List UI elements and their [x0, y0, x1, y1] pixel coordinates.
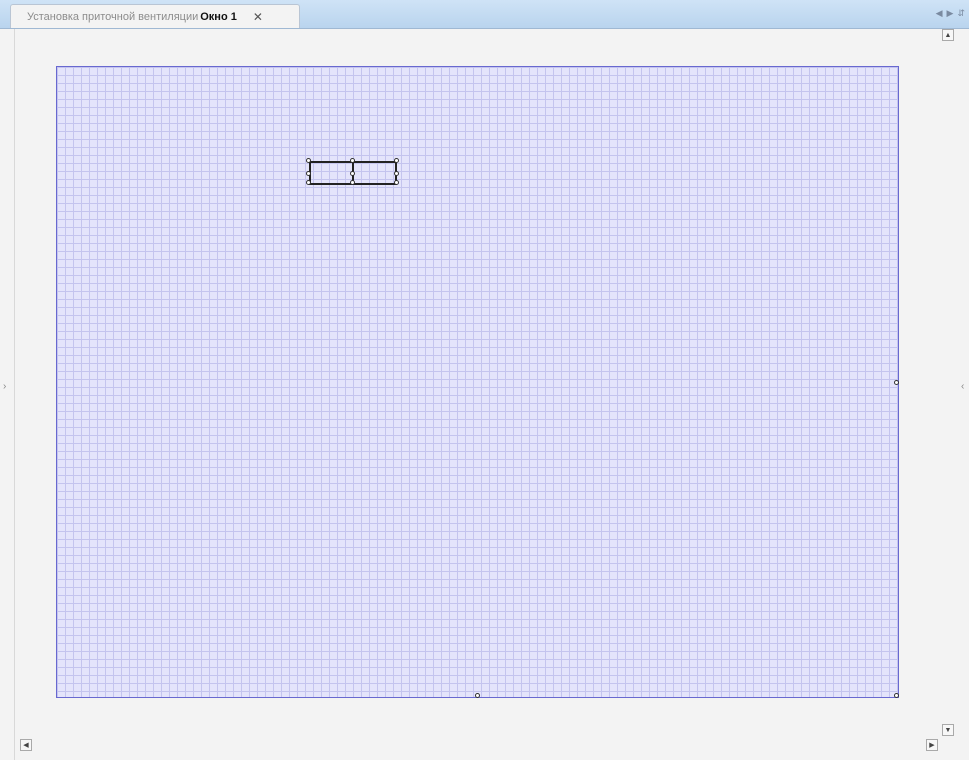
left-panel-gutter: ›: [0, 29, 15, 760]
resize-handle[interactable]: [394, 158, 399, 163]
expand-right-panel-icon[interactable]: ‹: [961, 381, 964, 392]
resize-handle[interactable]: [350, 171, 355, 176]
tab-strip: Установка приточной вентиляции Окно 1 ✕ …: [0, 0, 969, 29]
resize-handle[interactable]: [394, 180, 399, 185]
tab-document[interactable]: Установка приточной вентиляции Окно 1 ✕: [10, 4, 300, 28]
canvas-resize-handle-bottom[interactable]: [475, 693, 480, 698]
right-panel-gutter: ‹: [961, 29, 969, 760]
scroll-right-button[interactable]: ▶: [926, 739, 938, 751]
horizontal-scrollbar[interactable]: ◀ ▶: [14, 737, 940, 753]
canvas-resize-handle-corner[interactable]: [894, 693, 899, 698]
tab-navigation: ◀ ▶ ⇵: [936, 8, 965, 19]
close-icon[interactable]: ✕: [253, 10, 263, 24]
tab-title-label: Окно 1: [200, 10, 237, 23]
resize-handle[interactable]: [350, 180, 355, 185]
form-canvas[interactable]: [56, 66, 899, 698]
resize-handle[interactable]: [394, 171, 399, 176]
designer-area: › ‹ ▲ ▼ ◀ ▶: [0, 29, 969, 760]
resize-handle[interactable]: [306, 180, 311, 185]
scroll-tabs-left-icon[interactable]: ◀: [936, 8, 943, 19]
tab-menu-icon[interactable]: ⇵: [957, 8, 965, 19]
resize-handle[interactable]: [306, 158, 311, 163]
vertical-scrollbar[interactable]: ▲ ▼: [940, 29, 956, 739]
tab-prefix-label: Установка приточной вентиляции: [27, 10, 199, 23]
scroll-left-button[interactable]: ◀: [20, 739, 32, 751]
resize-handle[interactable]: [306, 171, 311, 176]
canvas-resize-handle-right[interactable]: [894, 380, 899, 385]
scroll-tabs-right-icon[interactable]: ▶: [947, 8, 954, 19]
scroll-up-button[interactable]: ▲: [942, 29, 954, 41]
resize-handle[interactable]: [350, 158, 355, 163]
expand-left-panel-icon[interactable]: ›: [3, 381, 6, 392]
scroll-down-button[interactable]: ▼: [942, 724, 954, 736]
